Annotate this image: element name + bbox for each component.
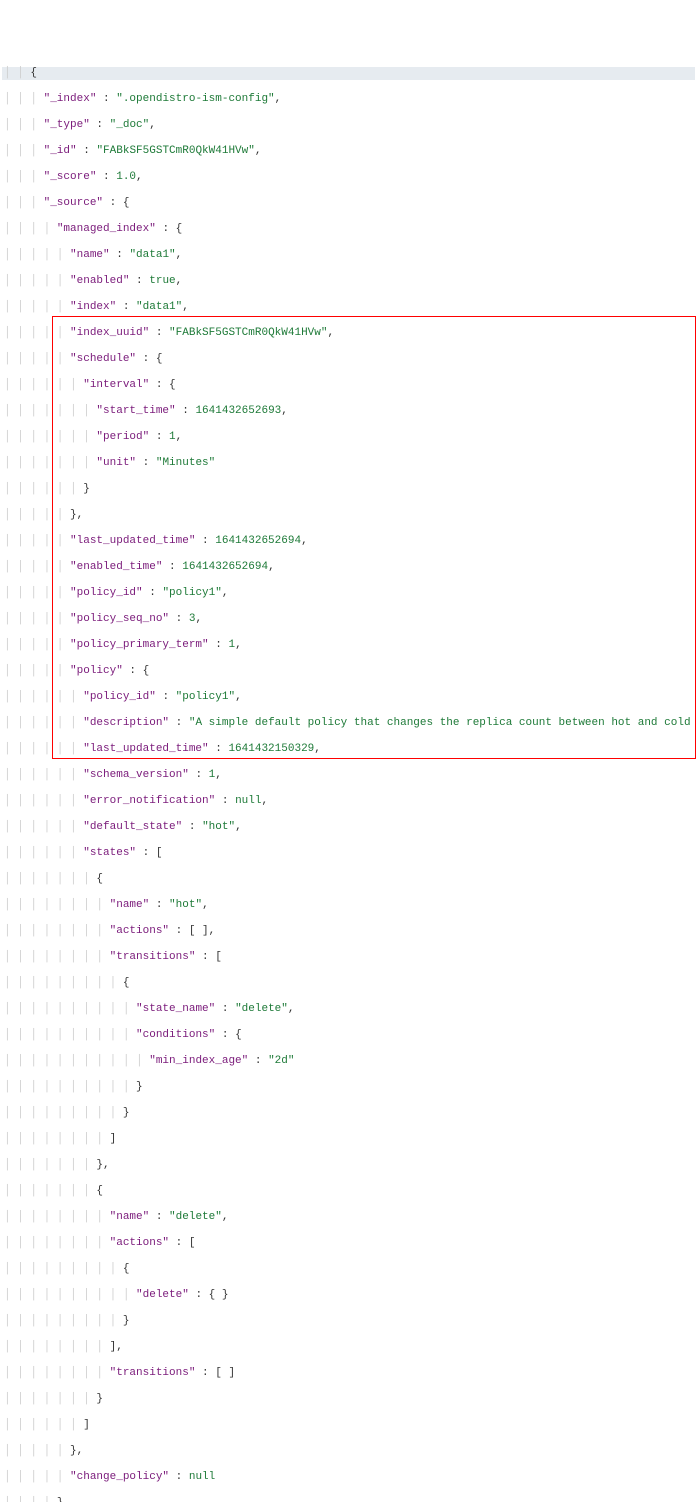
code-line: │ │ │ │ │ │ │ │ │ │ } xyxy=(2,1081,695,1094)
code-line: │ │ │ │ │ │ │ "start_time" : 16414326526… xyxy=(2,405,695,418)
code-line: │ │ │ │ │ │ │ }, xyxy=(2,1159,695,1172)
code-line: │ │ │ │ │ │ │ │ "actions" : [ ], xyxy=(2,925,695,938)
code-line: │ │ │ │ │ │ "interval" : { xyxy=(2,379,695,392)
code-line: │ │ │ "_type" : "_doc", xyxy=(2,119,695,132)
code-line: │ │ │ │ │ │ │ │ "actions" : [ xyxy=(2,1237,695,1250)
code-line: │ │ │ │ │ }, xyxy=(2,1445,695,1458)
code-line: │ │ │ │ │ │ │ │ │ │ "delete" : { } xyxy=(2,1289,695,1302)
code-line: │ │ │ │ │ │ │ "period" : 1, xyxy=(2,431,695,444)
code-line: │ │ │ │ │ │ "states" : [ xyxy=(2,847,695,860)
code-line: │ │ │ │ │ │ │ { xyxy=(2,873,695,886)
code-line: │ │ │ │ │ │ │ │ "name" : "delete", xyxy=(2,1211,695,1224)
code-line: │ │ │ │ │ │ │ │ ], xyxy=(2,1341,695,1354)
code-line: │ │ │ │ │ "policy_seq_no" : 3, xyxy=(2,613,695,626)
code-line: │ │ │ │ │ │ │ } xyxy=(2,1393,695,1406)
code-line: │ │ │ │ │ │ │ │ ] xyxy=(2,1133,695,1146)
code-line: │ │ │ "_index" : ".opendistro-ism-config… xyxy=(2,93,695,106)
code-line: │ │ │ │ │ │ "policy_id" : "policy1", xyxy=(2,691,695,704)
code-line: │ │ │ │ │ │ "default_state" : "hot", xyxy=(2,821,695,834)
code-line: │ │ │ │ │ │ │ │ │ │ "conditions" : { xyxy=(2,1029,695,1042)
code-line: │ │ │ │ │ "change_policy" : null xyxy=(2,1471,695,1484)
code-line: │ │ │ │ │ │ "description" : "A simple de… xyxy=(2,717,695,730)
code-line: │ │ │ │ │ │ │ │ │ │ "state_name" : "dele… xyxy=(2,1003,695,1016)
code-line: │ │ │ │ │ "policy" : { xyxy=(2,665,695,678)
code-line: │ │ │ │ │ │ │ │ │ } xyxy=(2,1107,695,1120)
code-line: │ │ │ │ │ │ ] xyxy=(2,1419,695,1432)
code-line: │ │ │ │ │ "schedule" : { xyxy=(2,353,695,366)
code-line: │ │ │ │ │ │ "last_updated_time" : 164143… xyxy=(2,743,695,756)
code-line: │ │ │ │ │ │ │ │ "transitions" : [ ] xyxy=(2,1367,695,1380)
code-line: │ │ │ │ │ "enabled" : true, xyxy=(2,275,695,288)
code-line: │ │ │ "_id" : "FABkSF5GSTCmR0QkW41HVw", xyxy=(2,145,695,158)
code-line: │ │ │ │ │ "enabled_time" : 1641432652694… xyxy=(2,561,695,574)
code-line: │ │ │ │ "managed_index" : { xyxy=(2,223,695,236)
code-line: │ │ │ │ │ "policy_primary_term" : 1, xyxy=(2,639,695,652)
code-line: │ │ │ │ │ "index" : "data1", xyxy=(2,301,695,314)
code-line: │ │ │ │ │ │ │ │ "transitions" : [ xyxy=(2,951,695,964)
code-line: │ │ │ │ │ │ "schema_version" : 1, xyxy=(2,769,695,782)
code-line: │ │ │ │ │ "last_updated_time" : 16414326… xyxy=(2,535,695,548)
code-line: │ │ │ │ │ "name" : "data1", xyxy=(2,249,695,262)
code-line: │ │ │ │ │ │ │ { xyxy=(2,1185,695,1198)
code-line: │ │ │ │ │ "policy_id" : "policy1", xyxy=(2,587,695,600)
code-line: │ │ │ │ │ │ │ "unit" : "Minutes" xyxy=(2,457,695,470)
code-line: │ │ │ │ │ │ } xyxy=(2,483,695,496)
json-code-block: │ │ { │ │ │ "_index" : ".opendistro-ism-… xyxy=(2,54,695,1502)
code-line: │ │ │ "_score" : 1.0, xyxy=(2,171,695,184)
code-line: │ │ │ │ │ │ │ │ │ { xyxy=(2,1263,695,1276)
code-line: │ │ │ │ │ │ │ │ │ } xyxy=(2,1315,695,1328)
code-line: │ │ │ "_source" : { xyxy=(2,197,695,210)
code-line: │ │ │ │ │ }, xyxy=(2,509,695,522)
code-line: │ │ │ │ │ "index_uuid" : "FABkSF5GSTCmR0… xyxy=(2,327,695,340)
code-line: │ │ │ │ │ │ │ │ "name" : "hot", xyxy=(2,899,695,912)
code-line: │ │ │ │ } xyxy=(2,1497,695,1502)
code-line: │ │ │ │ │ │ │ │ │ { xyxy=(2,977,695,990)
code-line: │ │ │ │ │ │ │ │ │ │ │ "min_index_age" : … xyxy=(2,1055,695,1068)
code-line: │ │ { xyxy=(2,67,695,80)
code-line: │ │ │ │ │ │ "error_notification" : null, xyxy=(2,795,695,808)
